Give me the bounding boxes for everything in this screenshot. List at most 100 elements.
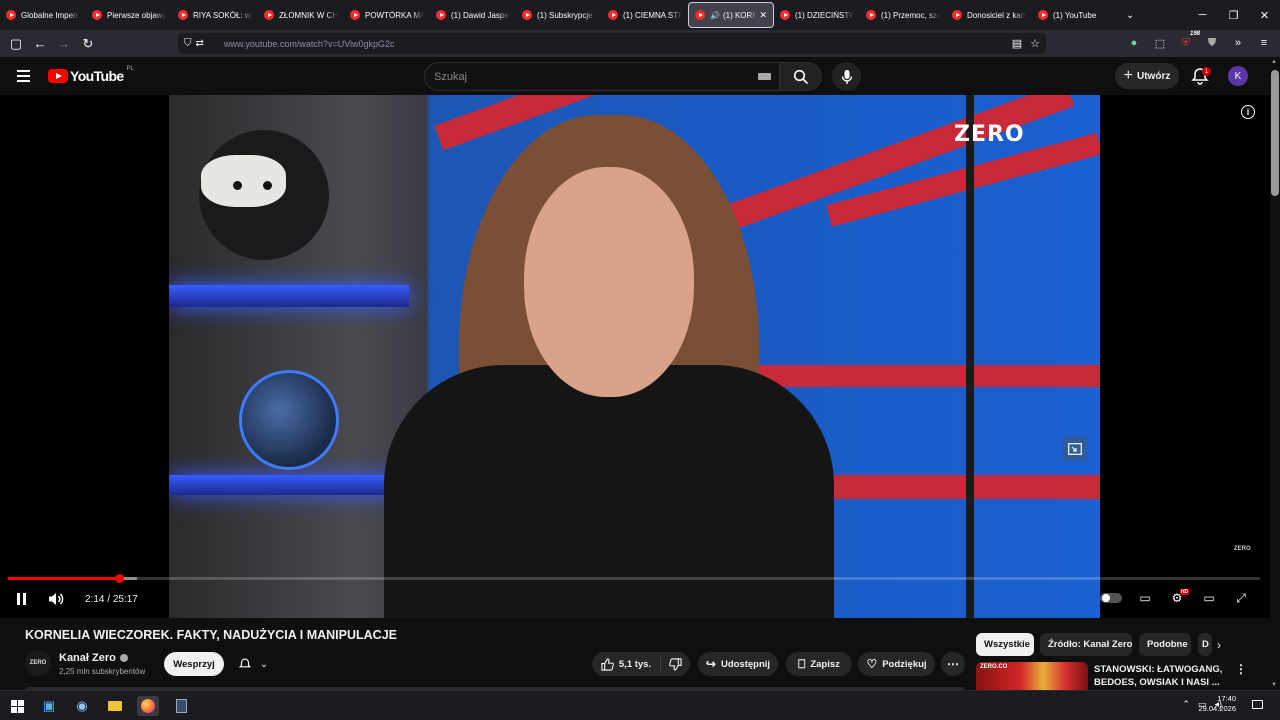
thanks-button[interactable]: ♡ Podziękuj — [858, 652, 935, 676]
permissions-icon[interactable]: ⇄ — [196, 38, 204, 49]
browser-tab[interactable]: (1) Dawid Jasper — [430, 2, 516, 28]
miniplayer-icon[interactable] — [1062, 436, 1087, 461]
youtube-logo[interactable]: YouTube PL — [48, 66, 134, 84]
browser-tab[interactable]: (1) DZIECIŃSTW — [774, 2, 860, 28]
recommended-title[interactable]: STANOWSKI: ŁATWOGANG, BEDOES, OWSIAK I N… — [1094, 663, 1229, 689]
fullscreen-icon[interactable]: ⤢ — [1232, 589, 1250, 607]
video-title: KORNELIA WIECZOREK. FAKTY, NADUŻYCIA I M… — [25, 628, 397, 642]
reader-view-icon[interactable]: ▤ — [1012, 37, 1022, 50]
support-button[interactable]: Wesprzyj — [164, 652, 224, 676]
more-actions-icon[interactable]: ⋯ — [941, 652, 965, 676]
filter-chip[interactable]: D — [1198, 633, 1212, 656]
save-button[interactable]: ⎕ Zapisz — [786, 652, 852, 676]
settings-gear-icon[interactable]: ⚙ HD — [1168, 589, 1189, 607]
back-icon[interactable]: ← — [28, 32, 52, 56]
monitor-app-icon[interactable]: ▣ — [38, 696, 60, 716]
scroll-down-arrow-icon[interactable]: ▼ — [1271, 682, 1277, 688]
steam-icon[interactable]: ◉ — [71, 696, 93, 716]
chevron-right-icon[interactable]: › — [1217, 638, 1221, 652]
sidebar-toggle-icon[interactable]: ▢ — [4, 32, 28, 56]
restore-icon[interactable]: ❐ — [1218, 0, 1249, 30]
clock[interactable]: 17:40 29.04.2026 — [1196, 694, 1236, 714]
thanks-icon: ♡ — [866, 657, 878, 671]
chevron-down-icon: ⌄ — [259, 658, 269, 670]
url-text[interactable]: www.youtube.com/watch?v=UViw0gkpG2c — [224, 39, 395, 49]
scroll-up-arrow-icon[interactable]: ▲ — [1271, 59, 1277, 65]
youtube-play-icon — [48, 69, 68, 83]
notifications-center-icon[interactable] — [1252, 700, 1263, 709]
file-explorer-icon[interactable] — [104, 696, 126, 716]
hamburger-menu-icon[interactable] — [17, 70, 30, 82]
list-all-tabs-icon[interactable]: ⌄ — [1126, 10, 1134, 21]
shield-icon[interactable]: ⛉ — [184, 38, 192, 49]
kebab-menu-icon[interactable]: ⋮ — [1235, 662, 1247, 676]
browser-tab[interactable]: Pierwsze objawy — [86, 2, 172, 28]
browser-tab[interactable]: ZŁOMNIK W CH — [258, 2, 344, 28]
app-menu-icon[interactable]: ≡ — [1254, 33, 1274, 53]
bookmark-icon: ⎕ — [798, 656, 806, 671]
youtube-favicon-icon — [92, 10, 102, 20]
channel-name[interactable]: Kanał Zero — [59, 652, 116, 664]
browser-tab[interactable]: (1) Subskrypcje — [516, 2, 602, 28]
browser-tab[interactable]: POWTÓRKA MA — [344, 2, 430, 28]
video-player[interactable]: ZERO ZERO i 2:14 / 25:17 ▭ ⚙ HD ▭ ⤢ — [0, 95, 1270, 618]
extensions-icon[interactable]: ⬚ — [1150, 33, 1170, 53]
audio-playing-icon[interactable]: 🔊 — [710, 11, 720, 20]
page-scrollbar-thumb[interactable] — [1271, 70, 1279, 196]
volume-button[interactable] — [46, 590, 66, 608]
browser-tab[interactable]: 🔊 (1) KORN ✕ — [688, 2, 774, 28]
browser-tab[interactable]: (1) YouTube — [1032, 2, 1118, 28]
like-button[interactable]: 5,1 tys. — [592, 656, 661, 672]
time-total: 25:17 — [112, 593, 138, 605]
vpn-extension-icon[interactable]: ● — [1124, 33, 1144, 53]
search-input[interactable]: Szukaj — [424, 62, 780, 91]
share-button[interactable]: ↪ Udostępnij — [698, 652, 778, 676]
youtube-header: YouTube PL Szukaj + Utwórz 1 K — [0, 57, 1270, 95]
forward-icon[interactable]: → — [52, 32, 76, 56]
info-icon[interactable]: i — [1241, 105, 1255, 119]
channel-avatar[interactable]: ZERO — [25, 650, 51, 676]
chevron-up-icon[interactable]: ⌃ — [1182, 699, 1190, 710]
ublock-extension-icon[interactable]: ⛨ 198 — [1176, 31, 1200, 53]
minimize-icon[interactable]: ─ — [1187, 0, 1218, 30]
windows-start-icon[interactable] — [6, 696, 28, 716]
create-button[interactable]: + Utwórz — [1115, 63, 1179, 89]
search-button[interactable] — [780, 62, 822, 91]
subtitles-icon[interactable]: ▭ — [1136, 589, 1154, 607]
bookmark-star-icon[interactable]: ☆ — [1030, 37, 1040, 50]
reload-icon[interactable]: ↻ — [76, 32, 100, 56]
clock-time: 17:40 — [1217, 694, 1236, 703]
browser-tab[interactable]: RIYA SOKÓŁ: wy — [172, 2, 258, 28]
close-window-icon[interactable]: ✕ — [1249, 0, 1280, 30]
recommended-thumbnail[interactable]: ZERO.CO — [976, 662, 1088, 690]
close-tab-icon[interactable]: ✕ — [759, 10, 767, 21]
keyboard-icon[interactable] — [758, 73, 771, 80]
youtube-logo-text: YouTube — [70, 68, 124, 84]
autoplay-toggle[interactable] — [1100, 589, 1122, 607]
pause-button[interactable] — [12, 590, 30, 608]
browser-tab[interactable]: (1) Przemoc, sze — [860, 2, 946, 28]
filter-chip[interactable]: Źródło: Kanał Zero — [1040, 633, 1132, 656]
share-icon: ↪ — [705, 657, 716, 671]
filter-chip[interactable]: Wszystkie — [976, 633, 1034, 656]
progress-bar[interactable] — [8, 574, 1260, 583]
voice-search-button[interactable] — [832, 62, 861, 91]
shield-extension-icon[interactable]: ⛊ — [1202, 33, 1222, 53]
subscription-bell-button[interactable]: ⌄ — [230, 652, 276, 676]
video-frame[interactable]: ZERO — [169, 95, 1100, 618]
url-bar[interactable]: ⛉ ⇄ www.youtube.com/watch?v=UViw0gkpG2c … — [178, 33, 1046, 54]
browser-tab[interactable]: Globalne Imperi — [0, 2, 86, 28]
channel-name-row[interactable]: Kanał Zero — [59, 652, 128, 664]
firefox-icon[interactable] — [137, 696, 159, 716]
progress-scrubber-handle[interactable] — [114, 574, 124, 583]
browser-tab[interactable]: Donosiciel z kam — [946, 2, 1032, 28]
dislike-button[interactable] — [661, 657, 690, 671]
browser-tab[interactable]: (1) CIEMNA STR — [602, 2, 688, 28]
share-label: Udostępnij — [720, 658, 771, 670]
theater-mode-icon[interactable]: ▭ — [1200, 589, 1218, 607]
time-display: 2:14 / 25:17 — [85, 590, 138, 608]
filter-chip[interactable]: Podobne — [1139, 633, 1191, 656]
account-avatar[interactable]: K — [1228, 66, 1248, 86]
overflow-menu-icon[interactable]: » — [1228, 33, 1248, 53]
calculator-icon[interactable] — [170, 696, 192, 716]
